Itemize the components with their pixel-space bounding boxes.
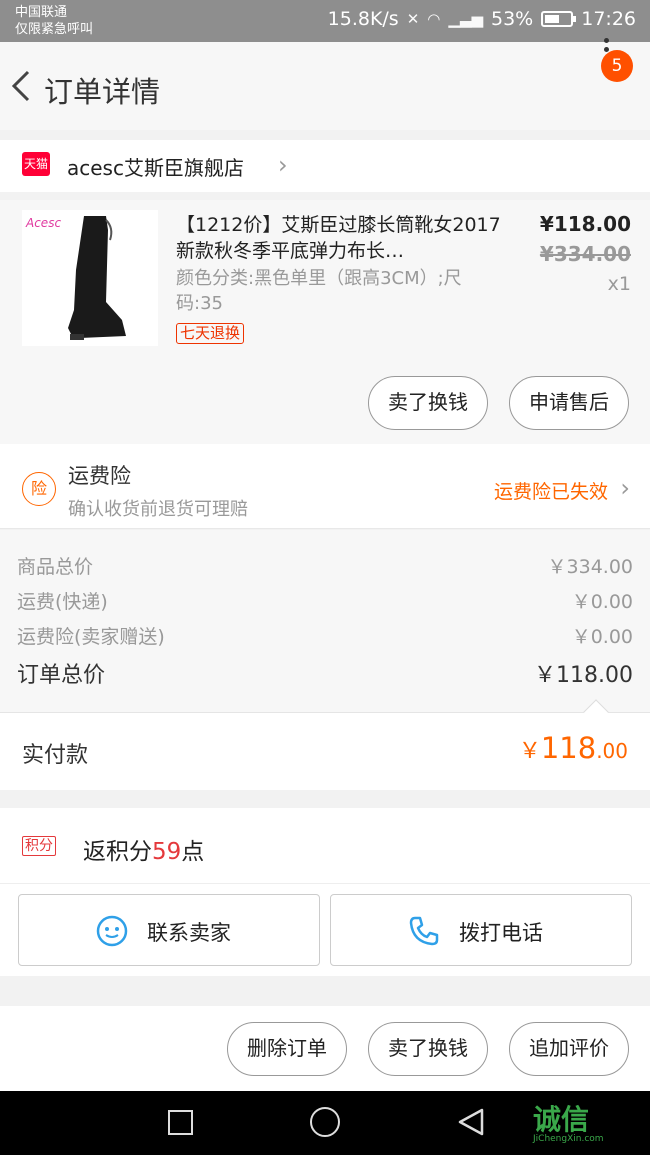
insurance-subtitle: 确认收货前退货可理赔 — [68, 499, 248, 520]
shop-row[interactable]: 天猫 acesc艾斯臣旗舰店 › — [0, 140, 650, 192]
carrier-info: 中国联通 仅限紧急呼叫 — [15, 4, 93, 38]
subtotal-value: ￥334.00 — [547, 556, 633, 578]
carrier-status: 仅限紧急呼叫 — [15, 22, 94, 37]
shipping-insurance-row[interactable]: 险 运费险 确认收货前退货可理赔 运费险已失效 › — [0, 444, 650, 529]
message-badge: 5 — [601, 50, 633, 82]
mute-icon: ✕ — [406, 10, 420, 28]
actual-payment-row: 实付款 ￥118.00 — [0, 712, 650, 790]
sell-exchange-button-bottom[interactable]: 卖了换钱 — [368, 1022, 488, 1076]
order-total-row: 订单总价 ￥118.00 — [17, 657, 633, 689]
contact-seller-label: 联系卖家 — [147, 921, 231, 945]
shipping-label: 运费(快递) — [17, 591, 108, 613]
subtotal-label: 商品总价 — [17, 556, 94, 578]
product-quantity: x1 — [607, 273, 631, 295]
chat-bubble-icon — [96, 915, 128, 947]
watermark-sub: JiChengXin.com — [533, 1134, 604, 1144]
net-speed: 15.8K/s — [327, 8, 399, 30]
signal-icon: ▁▃▅ — [448, 10, 483, 28]
home-icon[interactable] — [310, 1107, 340, 1137]
subtotal-row: 商品总价 ￥334.00 — [17, 552, 633, 579]
order-total-value: ￥118.00 — [534, 663, 633, 688]
call-phone-label: 拨打电话 — [459, 921, 543, 945]
back-triangle-icon[interactable] — [454, 1105, 488, 1139]
original-price: ¥334.00 — [539, 242, 631, 266]
insurance-fee-label: 运费险(卖家赠送) — [17, 626, 165, 648]
insurance-fee-value: ￥0.00 — [571, 626, 633, 648]
points-suffix: 点 — [181, 839, 205, 865]
actual-payment-label: 实付款 — [22, 743, 89, 768]
phone-icon — [409, 916, 439, 946]
insurance-fee-row: 运费险(卖家赠送) ￥0.00 — [17, 622, 633, 649]
payment-decimal: .00 — [596, 739, 628, 763]
add-review-button[interactable]: 追加评价 — [509, 1022, 629, 1076]
page-title: 订单详情 — [44, 75, 161, 109]
points-prefix: 返积分 — [83, 839, 152, 865]
order-action-bar: 删除订单 卖了换钱 追加评价 — [0, 1006, 650, 1091]
seven-day-return-badge: 七天退换 — [176, 323, 245, 344]
product-spec: 颜色分类:黑色单里（跟高3CM）;尺码:35 — [176, 268, 462, 314]
insurance-title: 运费险 — [68, 464, 131, 488]
tmall-icon: 天猫 — [22, 152, 50, 176]
chevron-left-icon[interactable] — [6, 64, 46, 108]
status-icons: 15.8K/s ✕ ◠ ▁▃▅ 53% 17:26 — [328, 8, 636, 30]
shop-name[interactable]: acesc艾斯臣旗舰店 — [67, 152, 244, 181]
points-text: 返积分59点 — [83, 832, 204, 866]
carrier-name: 中国联通 — [15, 5, 68, 20]
insurance-icon: 险 — [22, 472, 56, 506]
battery-percent: 53% — [491, 8, 534, 30]
watermark-logo: 诚信 JiChengXin.com — [533, 1098, 604, 1144]
payment-integer: 118 — [540, 731, 597, 765]
sell-exchange-button[interactable]: 卖了换钱 — [368, 376, 488, 430]
order-total-label: 订单总价 — [17, 663, 106, 688]
shipping-value: ￥0.00 — [571, 591, 633, 613]
points-tag: 积分 — [22, 836, 56, 856]
price-summary: 商品总价 ￥334.00 运费(快递) ￥0.00 运费险(卖家赠送) ￥0.0… — [0, 530, 650, 712]
product-brand-mark: Acesc — [26, 216, 62, 230]
apply-after-sale-button[interactable]: 申请售后 — [509, 376, 629, 430]
top-nav-bar: 订单详情 — [0, 42, 650, 130]
wifi-icon: ◠ — [427, 10, 441, 28]
watermark-text: 诚信 — [533, 1103, 590, 1136]
status-bar: 中国联通 仅限紧急呼叫 15.8K/s ✕ ◠ ▁▃▅ 53% 17:26 — [0, 0, 650, 42]
insurance-status[interactable]: 运费险已失效 — [494, 477, 608, 504]
delete-order-button[interactable]: 删除订单 — [227, 1022, 347, 1076]
points-value: 59 — [152, 839, 182, 865]
chevron-right-icon: › — [278, 151, 288, 179]
payment-currency: ￥ — [518, 739, 541, 764]
shipping-row: 运费(快递) ￥0.00 — [17, 587, 633, 614]
contact-row: 联系卖家 拨打电话 — [0, 884, 650, 976]
actual-payment-amount: ￥118.00 — [519, 731, 628, 765]
clock: 17:26 — [581, 8, 636, 30]
product-image[interactable]: Acesc — [22, 210, 158, 346]
call-phone-button[interactable]: 拨打电话 — [330, 894, 632, 966]
battery-icon — [541, 11, 577, 27]
product-price: ¥118.00 — [539, 212, 631, 236]
chevron-right-icon: › — [620, 474, 630, 502]
product-title[interactable]: 【1212价】艾斯臣过膝长筒靴女2017新款秋冬季平底弹力布长… — [176, 212, 516, 264]
points-row: 积分 返积分59点 — [0, 808, 650, 884]
contact-seller-button[interactable]: 联系卖家 — [18, 894, 320, 966]
recent-apps-icon[interactable] — [168, 1110, 193, 1135]
boot-image — [68, 216, 126, 340]
